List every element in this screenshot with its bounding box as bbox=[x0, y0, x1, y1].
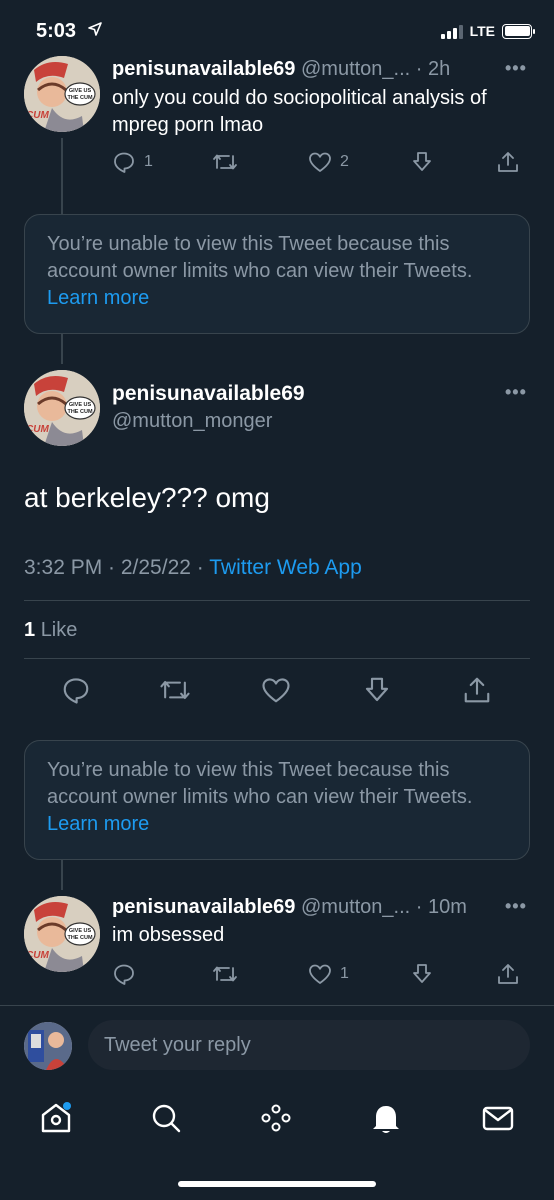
location-arrow-icon bbox=[88, 22, 102, 36]
notifications-icon bbox=[373, 1106, 399, 1133]
like-icon bbox=[309, 152, 331, 172]
download-button[interactable] bbox=[362, 675, 392, 705]
thread-line bbox=[61, 138, 63, 214]
tab-notifications[interactable] bbox=[368, 1100, 404, 1141]
reply-button[interactable] bbox=[112, 962, 144, 986]
download-icon bbox=[365, 677, 389, 702]
learn-more-link[interactable]: Learn more bbox=[47, 287, 149, 309]
reply-button[interactable]: 1 bbox=[112, 150, 153, 174]
status-indicators: LTE bbox=[440, 23, 535, 39]
tweet-header: penisunavailable69 @mutton_... · 10m bbox=[112, 896, 467, 919]
likes-count: 1 bbox=[24, 619, 36, 641]
svg-text:CUM: CUM bbox=[26, 950, 49, 961]
avatar[interactable]: GIVE US THE CUM CUM bbox=[24, 370, 100, 446]
tab-home[interactable] bbox=[38, 1100, 74, 1141]
tweet-meta: 3:32 PM · 2/25/22 · Twitter Web App bbox=[24, 556, 362, 580]
svg-text:CUM: CUM bbox=[26, 110, 49, 121]
likes-summary[interactable]: 1 Like bbox=[24, 619, 77, 642]
tweet-time: · 10m bbox=[415, 896, 467, 918]
likes-label: Like bbox=[40, 619, 78, 641]
restricted-text: You’re unable to view this Tweet because… bbox=[47, 233, 473, 282]
more-icon[interactable]: ••• bbox=[505, 58, 527, 79]
restricted-tweet-notice: You’re unable to view this Tweet because… bbox=[24, 740, 530, 860]
thread-line bbox=[61, 860, 63, 890]
tweet-source[interactable]: Twitter Web App bbox=[209, 556, 362, 579]
tweet-timestamp: 3:32 PM · 2/25/22 · bbox=[24, 556, 204, 579]
reply-count: 1 bbox=[144, 153, 153, 170]
avatar[interactable]: GIVE US THE CUM CUM bbox=[24, 56, 100, 132]
restricted-tweet-notice: You’re unable to view this Tweet because… bbox=[24, 214, 530, 334]
reply-button[interactable] bbox=[61, 675, 91, 705]
tweet-text: only you could do sociopolitical analysi… bbox=[112, 87, 487, 136]
share-icon bbox=[498, 152, 518, 172]
home-indicator bbox=[178, 1181, 376, 1187]
messages-icon bbox=[482, 1106, 514, 1131]
handle[interactable]: @mutton_... bbox=[301, 896, 410, 918]
more-icon[interactable]: ••• bbox=[505, 896, 527, 917]
retweet-icon bbox=[213, 966, 237, 982]
svg-text:GIVE US: GIVE US bbox=[69, 928, 92, 934]
like-button[interactable]: 1 bbox=[308, 962, 349, 986]
handle[interactable]: @mutton_monger bbox=[112, 410, 272, 433]
tab-spaces[interactable] bbox=[258, 1100, 294, 1141]
display-name[interactable]: penisunavailable69 bbox=[112, 58, 295, 80]
handle[interactable]: @mutton_... bbox=[301, 58, 410, 80]
divider bbox=[24, 658, 530, 659]
signal-icon bbox=[440, 23, 463, 39]
like-icon bbox=[309, 964, 331, 984]
like-icon bbox=[262, 678, 290, 703]
tab-messages[interactable] bbox=[480, 1100, 516, 1141]
download-button[interactable] bbox=[410, 962, 434, 986]
tweet-text: im obsessed bbox=[112, 924, 225, 946]
share-icon bbox=[498, 964, 518, 984]
svg-text:THE CUM: THE CUM bbox=[67, 95, 92, 101]
retweet-button[interactable] bbox=[159, 675, 191, 705]
download-button[interactable] bbox=[410, 150, 434, 174]
tweet-text: at berkeley??? omg bbox=[24, 482, 270, 513]
reply-icon bbox=[114, 152, 134, 173]
tab-search[interactable] bbox=[148, 1100, 184, 1141]
share-icon bbox=[464, 677, 490, 703]
display-name[interactable]: penisunavailable69 bbox=[112, 382, 305, 406]
retweet-icon bbox=[213, 154, 237, 170]
more-icon[interactable]: ••• bbox=[505, 382, 527, 403]
tweet-header: penisunavailable69 @mutton_... · 2h bbox=[112, 58, 450, 81]
download-icon bbox=[413, 152, 431, 171]
svg-text:GIVE US: GIVE US bbox=[69, 88, 92, 94]
retweet-button[interactable] bbox=[212, 962, 238, 986]
reply-input[interactable]: Tweet your reply bbox=[88, 1020, 530, 1070]
spaces-icon bbox=[261, 1104, 291, 1132]
like-button[interactable] bbox=[261, 675, 291, 705]
restricted-text: You’re unable to view this Tweet because… bbox=[47, 759, 473, 808]
my-avatar[interactable] bbox=[24, 1022, 72, 1070]
download-icon bbox=[413, 964, 431, 983]
svg-text:THE CUM: THE CUM bbox=[67, 409, 92, 415]
reply-icon bbox=[114, 964, 134, 985]
like-count: 2 bbox=[340, 153, 349, 170]
home-icon bbox=[41, 1102, 71, 1133]
avatar[interactable]: GIVE US THE CUM CUM bbox=[24, 896, 100, 972]
search-icon bbox=[152, 1104, 181, 1133]
tweet-time: · 2h bbox=[415, 58, 451, 80]
share-button[interactable] bbox=[496, 150, 520, 174]
battery-icon bbox=[502, 23, 535, 39]
status-bar: 5:03 LTE bbox=[0, 0, 554, 64]
learn-more-link[interactable]: Learn more bbox=[47, 813, 149, 835]
share-button[interactable] bbox=[462, 675, 492, 705]
divider bbox=[24, 600, 530, 601]
retweet-button[interactable] bbox=[212, 150, 238, 174]
display-name[interactable]: penisunavailable69 bbox=[112, 896, 295, 918]
svg-text:CUM: CUM bbox=[26, 424, 49, 435]
like-count: 1 bbox=[340, 965, 349, 982]
like-button[interactable]: 2 bbox=[308, 150, 349, 174]
share-button[interactable] bbox=[496, 962, 520, 986]
retweet-icon bbox=[160, 680, 190, 700]
thread-line bbox=[61, 334, 63, 364]
svg-text:THE CUM: THE CUM bbox=[67, 935, 92, 941]
svg-text:GIVE US: GIVE US bbox=[69, 402, 92, 408]
status-time: 5:03 bbox=[36, 20, 77, 42]
reply-icon bbox=[63, 678, 89, 704]
network-type: LTE bbox=[469, 23, 495, 39]
